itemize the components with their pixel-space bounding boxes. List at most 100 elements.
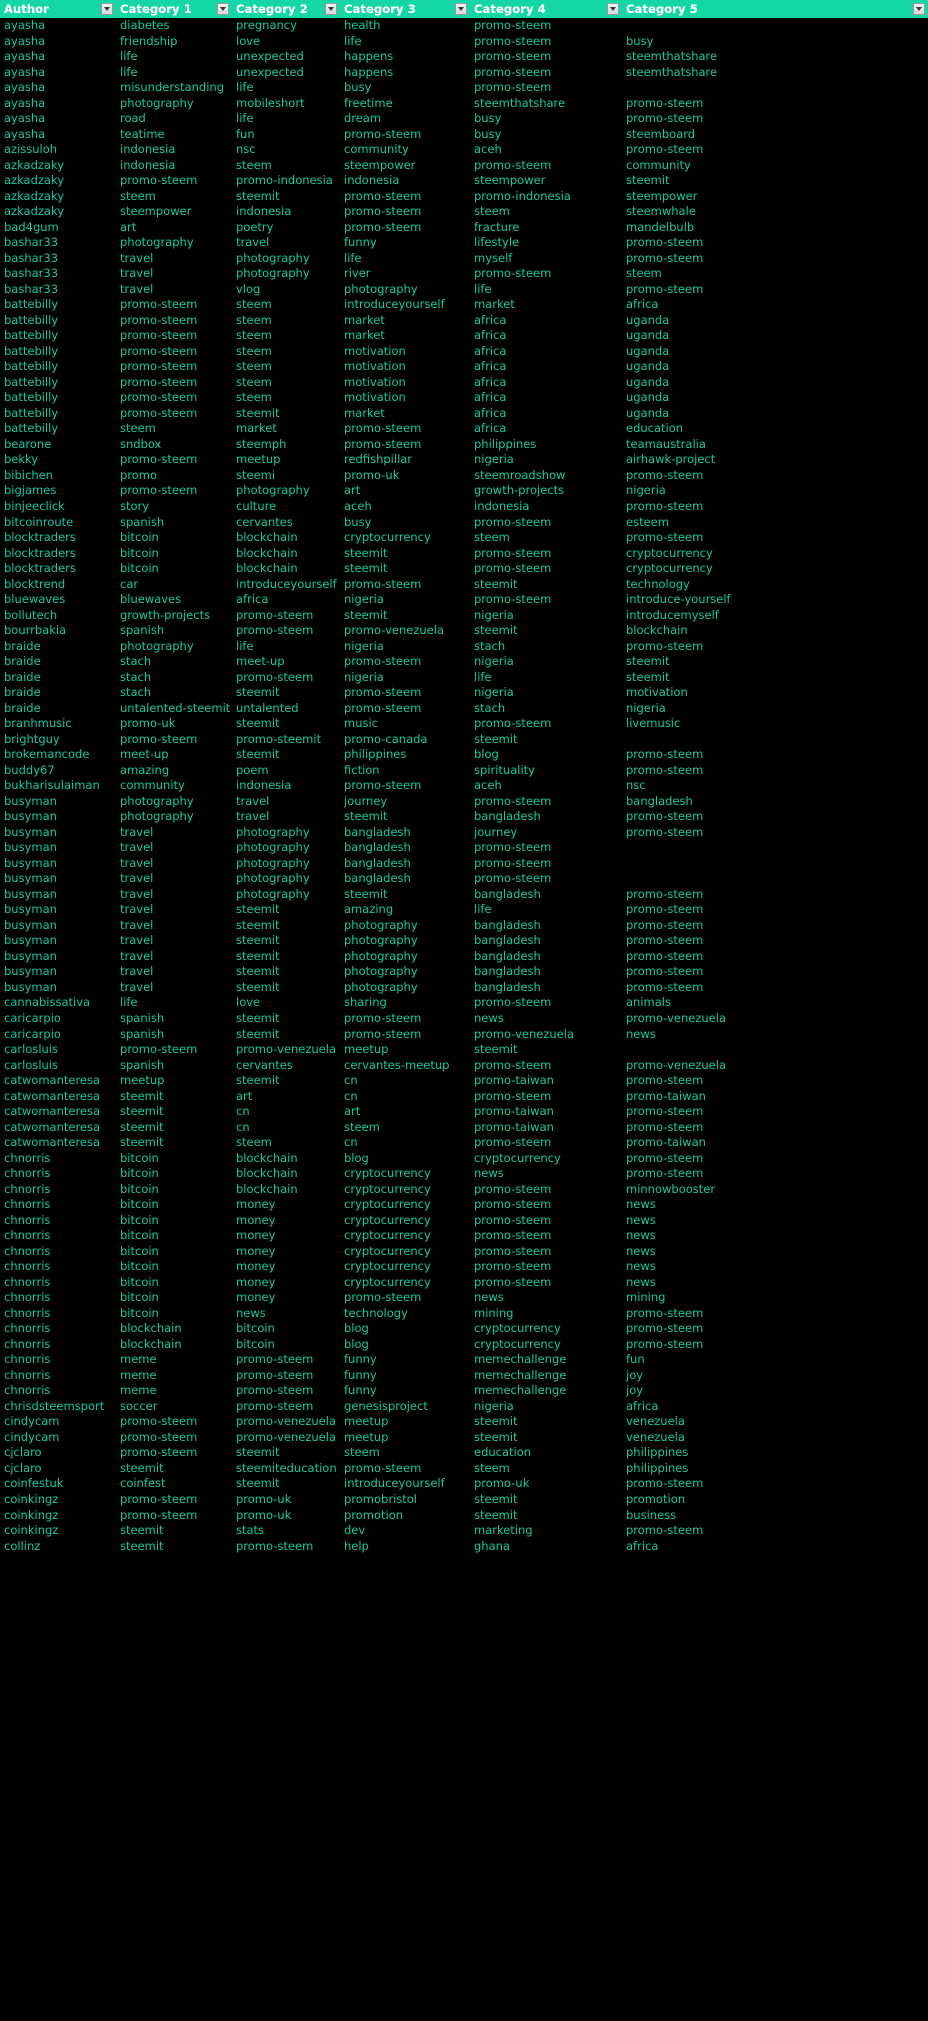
cell-c2[interactable]: steemit [232, 1445, 340, 1461]
cell-c4[interactable]: promo-steem [470, 1089, 622, 1105]
cell-author[interactable]: chnorris [0, 1166, 116, 1182]
cell-c5[interactable]: airhawk-project [622, 452, 928, 468]
cell-c5[interactable]: teamaustralia [622, 437, 928, 453]
cell-c4[interactable]: promo-steem [470, 794, 622, 810]
cell-c1[interactable]: travel [116, 949, 232, 965]
cell-author[interactable]: ayasha [0, 96, 116, 112]
cell-c5[interactable]: cryptocurrency [622, 546, 928, 562]
table-row[interactable]: catwomanteresa meetup steemit cn promo-taiwa… [0, 1073, 928, 1089]
cell-author[interactable]: bekky [0, 452, 116, 468]
cell-c4[interactable]: promo-venezuela [470, 1027, 622, 1043]
cell-c1[interactable]: community [116, 778, 232, 794]
cell-c1[interactable]: travel [116, 964, 232, 980]
cell-c1[interactable]: coinfest [116, 1476, 232, 1492]
cell-author[interactable]: busyman [0, 933, 116, 949]
cell-c1[interactable]: life [116, 49, 232, 65]
cell-c3[interactable]: funny [340, 1352, 470, 1368]
cell-c2[interactable]: steemit [232, 1476, 340, 1492]
filter-dropdown-button-c4[interactable] [607, 3, 619, 15]
cell-author[interactable]: ayasha [0, 80, 116, 96]
cell-c3[interactable]: steemit [340, 546, 470, 562]
table-row[interactable]: chnorris bitcoin money cryptocurrency promo-… [0, 1212, 928, 1229]
cell-c1[interactable]: promo-steem [116, 1445, 232, 1461]
cell-c5[interactable]: education [622, 421, 928, 437]
table-row[interactable]: battebilly promo-steem steem motivation afri… [0, 359, 928, 375]
cell-c1[interactable]: promo-steem [116, 375, 232, 391]
cell-c3[interactable]: funny [340, 1368, 470, 1384]
column-header-author[interactable]: Author [0, 0, 116, 18]
cell-c4[interactable]: life [470, 282, 622, 298]
cell-c2[interactable]: love [232, 34, 340, 50]
cell-c5[interactable]: promo-steem [622, 1306, 928, 1322]
table-row[interactable]: busyman photography travel steemit banglades… [0, 809, 928, 825]
table-row[interactable]: busyman travel steemit amazing life promo-ste… [0, 902, 928, 918]
table-row[interactable]: braide stach steemit promo-steem nigeria moti… [0, 685, 928, 701]
cell-c2[interactable]: money [232, 1244, 340, 1260]
cell-c5[interactable]: promo-steem [622, 639, 928, 655]
table-row[interactable]: bekky promo-steem meetup redfishpillar niger… [0, 452, 928, 468]
column-header-c1[interactable]: Category 1 [116, 0, 232, 18]
cell-c2[interactable]: mobileshort [232, 96, 340, 112]
cell-c1[interactable]: stach [116, 654, 232, 670]
cell-author[interactable]: chnorris [0, 1275, 116, 1291]
cell-c5[interactable]: promo-steem [622, 825, 928, 841]
table-row[interactable]: busyman travel photography bangladesh promo-… [0, 871, 928, 887]
cell-c3[interactable]: meetup [340, 1414, 470, 1430]
cell-author[interactable]: busyman [0, 840, 116, 856]
cell-c4[interactable]: steemit [470, 1508, 622, 1524]
cell-c5[interactable]: minnowbooster [622, 1182, 928, 1198]
table-row[interactable]: battebilly steem market promo-steem africa ed… [0, 421, 928, 437]
table-row[interactable]: coinkingz promo-steem promo-uk promotion ste… [0, 1507, 928, 1524]
cell-c5[interactable]: news [622, 1228, 928, 1244]
cell-c5[interactable]: cryptocurrency [622, 561, 928, 577]
cell-author[interactable]: blocktraders [0, 530, 116, 546]
cell-c5[interactable]: promo-steem [622, 887, 928, 903]
table-row[interactable]: chnorris meme promo-steem funny memechalleng… [0, 1352, 928, 1368]
table-row[interactable]: azissuloh indonesia nsc community aceh promo-… [0, 142, 928, 158]
cell-c3[interactable]: funny [340, 1383, 470, 1399]
cell-c3[interactable]: nigeria [340, 639, 470, 655]
cell-c5[interactable]: venezuela [622, 1430, 928, 1446]
table-row[interactable]: chnorris blockchain bitcoin blog cryptocurre… [0, 1336, 928, 1353]
cell-c3[interactable]: cryptocurrency [340, 1213, 470, 1229]
cell-c2[interactable]: steemit [232, 918, 340, 934]
cell-c1[interactable]: promo-steem [116, 483, 232, 499]
cell-c3[interactable]: music [340, 716, 470, 732]
cell-author[interactable]: braide [0, 685, 116, 701]
cell-c4[interactable]: journey [470, 825, 622, 841]
cell-author[interactable]: cjclaro [0, 1445, 116, 1461]
table-row[interactable]: cjclaro promo-steem steemit steem education p… [0, 1445, 928, 1461]
cell-c1[interactable]: photography [116, 639, 232, 655]
table-row[interactable]: ayasha diabetes pregnancy health promo-steem [0, 18, 928, 34]
cell-c3[interactable]: busy [340, 515, 470, 531]
cell-c4[interactable]: promo-steem [470, 49, 622, 65]
cell-c4[interactable]: aceh [470, 778, 622, 794]
table-row[interactable]: branhmusic promo-uk steemit music promo-stee… [0, 716, 928, 732]
table-row[interactable]: catwomanteresa steemit steem cn promo-steem p… [0, 1135, 928, 1151]
table-row[interactable]: busyman travel photography bangladesh promo-… [0, 855, 928, 872]
cell-c2[interactable]: photography [232, 251, 340, 267]
cell-c3[interactable]: introduceyourself [340, 297, 470, 313]
cell-author[interactable]: ayasha [0, 18, 116, 34]
cell-c1[interactable]: life [116, 995, 232, 1011]
cell-c5[interactable]: news [622, 1213, 928, 1229]
cell-c3[interactable]: blog [340, 1151, 470, 1167]
cell-c4[interactable]: cryptocurrency [470, 1337, 622, 1353]
cell-c2[interactable]: photography [232, 266, 340, 282]
cell-c5[interactable]: promo-steem [622, 1104, 928, 1120]
cell-c3[interactable]: freetime [340, 96, 470, 112]
cell-c2[interactable]: steem [232, 1135, 340, 1151]
cell-author[interactable]: caricarpio [0, 1011, 116, 1027]
cell-c4[interactable]: nigeria [470, 1399, 622, 1415]
cell-c1[interactable]: indonesia [116, 158, 232, 174]
cell-c2[interactable]: photography [232, 840, 340, 856]
cell-c3[interactable]: health [340, 18, 470, 34]
cell-c3[interactable]: cervantes-meetup [340, 1058, 470, 1074]
table-row[interactable]: ayasha life unexpected happens promo-steem st… [0, 64, 928, 81]
cell-c2[interactable]: blockchain [232, 561, 340, 577]
cell-author[interactable]: busyman [0, 794, 116, 810]
cell-c2[interactable]: photography [232, 483, 340, 499]
cell-c1[interactable]: travel [116, 825, 232, 841]
cell-author[interactable]: collinz [0, 1539, 116, 1555]
cell-c3[interactable]: promo-venezuela [340, 623, 470, 639]
